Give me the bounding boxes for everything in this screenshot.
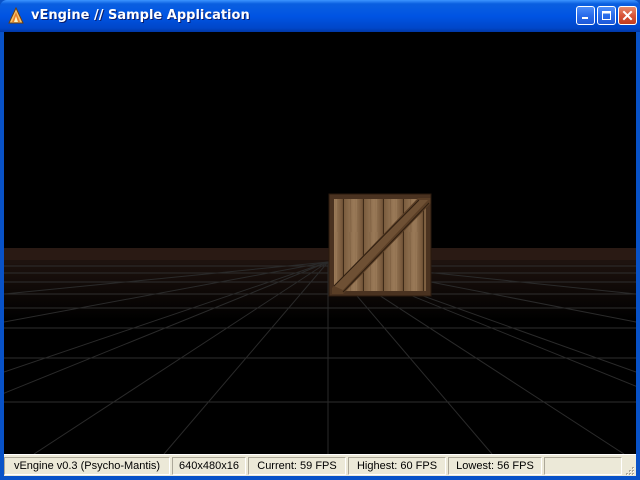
status-current-fps: Current: 59 FPS [248, 457, 346, 475]
status-lowest-fps: Lowest: 56 FPS [448, 457, 542, 475]
status-version: vEngine v0.3 (Psycho-Mantis) [4, 457, 170, 475]
minimize-button[interactable] [576, 6, 595, 25]
application-window: vEngine // Sample Application vEngine v0… [0, 0, 640, 480]
window-title: vEngine // Sample Application [31, 8, 250, 23]
wooden-crate[interactable] [328, 193, 432, 297]
render-viewport[interactable] [4, 32, 636, 454]
maximize-icon [602, 11, 611, 20]
maximize-button[interactable] [597, 6, 616, 25]
flame-app-icon[interactable] [7, 6, 25, 25]
status-bar: vEngine v0.3 (Psycho-Mantis) 640x480x16 … [4, 454, 636, 476]
close-button[interactable] [618, 6, 637, 25]
status-empty-pane [544, 457, 622, 475]
floor-grid [4, 248, 636, 454]
title-bar[interactable]: vEngine // Sample Application [0, 0, 640, 32]
status-highest-fps: Highest: 60 FPS [348, 457, 446, 475]
minimize-icon [582, 17, 588, 19]
close-icon [622, 10, 633, 21]
resize-grip-icon[interactable] [623, 463, 635, 475]
status-resolution: 640x480x16 [172, 457, 246, 475]
